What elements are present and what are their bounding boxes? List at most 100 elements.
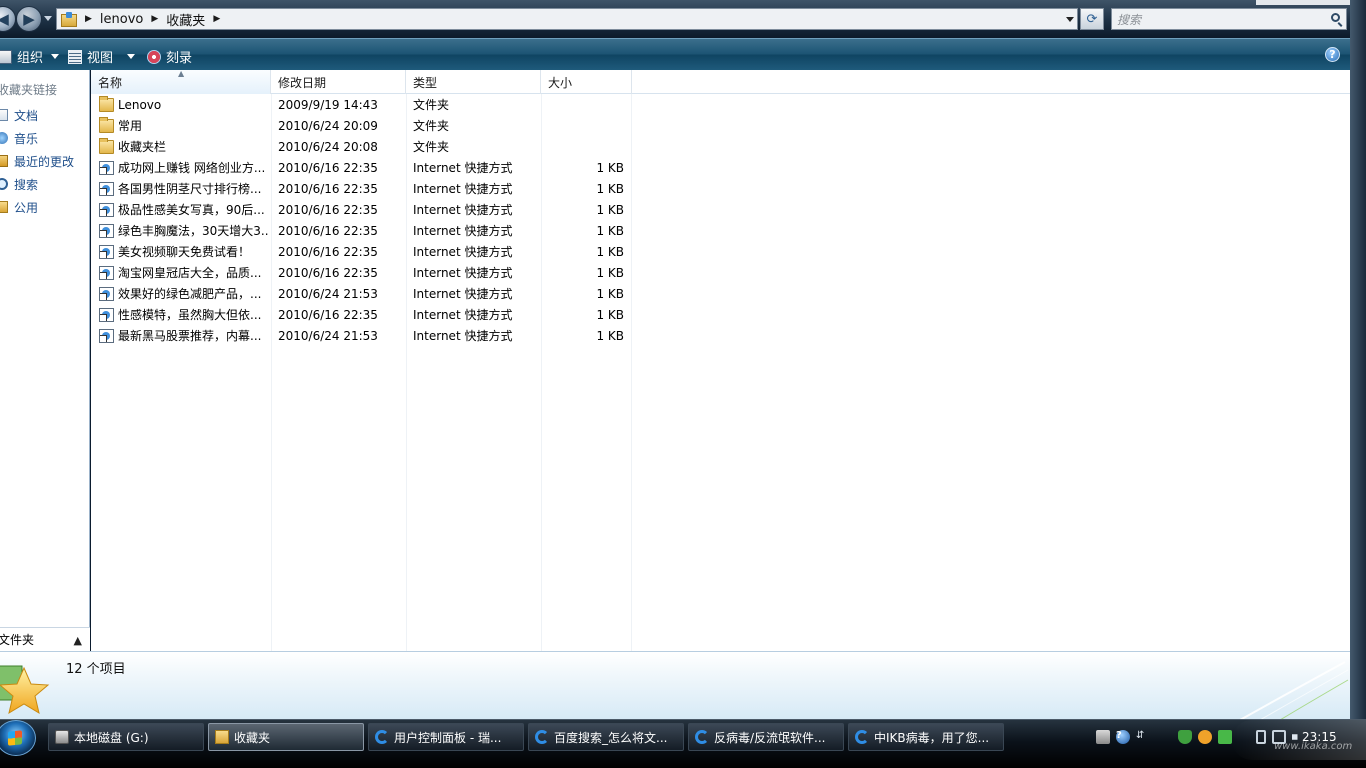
file-name-cell[interactable]: 绿色丰胸魔法，30天增大3... — [99, 220, 269, 241]
file-row[interactable]: 成功网上赚钱 网络创业方... 2010/6/16 22:35 Internet 快… — [91, 157, 632, 178]
taskbar-button[interactable]: 收藏夹 — [208, 723, 364, 751]
file-row[interactable]: 各国男性阴茎尺寸排行榜... 2010/6/16 22:35 Internet 快捷… — [91, 178, 632, 199]
file-name-cell[interactable]: Lenovo — [99, 94, 269, 115]
organize-label: 组织 — [17, 51, 44, 66]
file-type: Internet 快捷方式 — [413, 245, 513, 259]
file-name: 美女视频聊天免费试看！ — [118, 245, 251, 259]
file-name-cell[interactable]: 极品性感美女写真，90后... — [99, 199, 269, 220]
file-name-cell[interactable]: 成功网上赚钱 网络创业方... — [99, 157, 269, 178]
help-icon[interactable]: ? — [1116, 730, 1130, 744]
firewall-icon[interactable] — [1218, 730, 1232, 744]
search-input[interactable]: 搜索 — [1111, 8, 1347, 30]
recent-pages-dropdown[interactable] — [44, 16, 52, 21]
keyboard-icon[interactable] — [1096, 730, 1110, 744]
taskbar-button[interactable]: 本地磁盘 (G:) — [48, 723, 204, 751]
refresh-icon: ⟳ — [1086, 11, 1098, 27]
views-button[interactable]: 视图 — [68, 47, 136, 66]
file-date: 2010/6/24 20:09 — [278, 118, 378, 133]
file-type: 文件夹 — [413, 119, 450, 133]
file-type: 文件夹 — [413, 140, 450, 154]
breadcrumb-chevron-icon[interactable]: ▶ — [213, 14, 220, 24]
help-button[interactable]: ? — [1325, 47, 1340, 62]
sort-ascending-icon: ▲ — [178, 69, 185, 78]
refresh-button[interactable]: ⟳ — [1080, 8, 1104, 30]
taskbar-button-label: 百度搜索_怎么将文... — [554, 730, 668, 745]
file-name: Lenovo — [118, 97, 162, 112]
file-row[interactable]: 常用 2010/6/24 20:09 文件夹 — [91, 115, 632, 136]
breadcrumb-favorites[interactable]: 收藏夹 — [166, 10, 205, 29]
file-row[interactable]: Lenovo 2009/9/19 14:43 文件夹 — [91, 94, 632, 115]
column-header-date[interactable]: 修改日期 — [271, 70, 406, 94]
start-button[interactable] — [0, 720, 36, 756]
nav-link-public[interactable]: 公用 — [0, 198, 38, 216]
file-name: 淘宝网皇冠店大全，品质... — [118, 266, 262, 280]
breadcrumb-lenovo[interactable]: lenovo — [100, 12, 143, 27]
column-header-size[interactable]: 大小 — [541, 70, 632, 94]
security-shield-icon[interactable] — [1178, 730, 1192, 744]
file-name-cell[interactable]: 各国男性阴茎尺寸排行榜... — [99, 178, 269, 199]
search-icon[interactable] — [1331, 13, 1340, 22]
public-folder-icon — [0, 201, 8, 213]
nav-link-music[interactable]: 音乐 — [0, 129, 38, 147]
nav-link-label: 音乐 — [14, 131, 39, 146]
file-row[interactable]: 美女视频聊天免费试看！ 2010/6/16 22:35 Internet 快捷方式 1… — [91, 241, 632, 262]
taskbar-button[interactable]: 用户控制面板 - 瑞... — [368, 723, 524, 751]
file-row[interactable]: 效果好的绿色减肥产品，... 2010/6/24 21:53 Internet 快捷… — [91, 283, 632, 304]
window-edge — [1256, 0, 1350, 5]
folders-toggle[interactable]: 文件夹 ▲ — [0, 627, 90, 651]
file-name-cell[interactable]: 性感模特，虽然胸大但依... — [99, 304, 269, 325]
tray-expand-icon[interactable]: ⇵ — [1136, 730, 1150, 744]
folders-label: 文件夹 — [0, 633, 35, 647]
back-button[interactable]: ◀ — [0, 6, 16, 32]
file-type: Internet 快捷方式 — [413, 287, 513, 301]
taskbar-button[interactable]: 反病毒/反流氓软件... — [688, 723, 844, 751]
breadcrumb-chevron-icon[interactable]: ▶ — [85, 14, 92, 24]
chevron-down-icon — [127, 54, 136, 59]
column-header-name[interactable]: 名称 ▲ — [91, 70, 271, 94]
file-name-cell[interactable]: 常用 — [99, 115, 269, 136]
file-name: 绿色丰胸魔法，30天增大3... — [118, 224, 269, 238]
taskbar-button[interactable]: 中IKB病毒，用了您... — [848, 723, 1004, 751]
address-bar-area: ◀ ▶ ▶ lenovo ▶ 收藏夹 ▶ ⟳ 搜索 — [0, 0, 1366, 38]
file-name-cell[interactable]: 美女视频聊天免费试看！ — [99, 241, 269, 262]
file-date: 2010/6/16 22:35 — [278, 244, 378, 259]
ie-icon — [535, 730, 549, 744]
nav-link-recent-changes[interactable]: 最近的更改 — [0, 152, 74, 170]
file-row[interactable]: 收藏夹栏 2010/6/24 20:08 文件夹 — [91, 136, 632, 157]
nav-link-label: 文档 — [14, 108, 39, 123]
file-row[interactable]: 性感模特，虽然胸大但依... 2010/6/16 22:35 Internet 快捷… — [91, 304, 632, 325]
file-size: 1 KB — [596, 328, 624, 343]
burn-button[interactable]: 刻录 — [147, 47, 192, 66]
chevron-down-icon — [51, 54, 60, 59]
internet-shortcut-icon — [99, 244, 114, 259]
antivirus-icon[interactable] — [1198, 730, 1212, 744]
file-name-cell[interactable]: 收藏夹栏 — [99, 136, 269, 157]
column-header-label: 名称 — [98, 75, 123, 90]
nav-link-search[interactable]: 搜索 — [0, 175, 38, 193]
favorites-folder-icon — [61, 12, 77, 27]
taskbar-button[interactable]: 百度搜索_怎么将文... — [528, 723, 684, 751]
file-name: 各国男性阴茎尺寸排行榜... — [118, 182, 262, 196]
file-name-cell[interactable]: 最新黑马股票推荐，内幕... — [99, 325, 269, 346]
decorative-swoosh — [1239, 661, 1349, 719]
file-type: Internet 快捷方式 — [413, 161, 513, 175]
column-headers: 名称 ▲ 修改日期 类型 大小 — [91, 70, 1350, 94]
file-name-cell[interactable]: 淘宝网皇冠店大全，品质... — [99, 262, 269, 283]
breadcrumb-chevron-icon[interactable]: ▶ — [151, 14, 158, 24]
file-row[interactable]: 绿色丰胸魔法，30天增大3... 2010/6/16 22:35 Internet … — [91, 220, 632, 241]
file-row[interactable]: 极品性感美女写真，90后... 2010/6/16 22:35 Internet 快… — [91, 199, 632, 220]
file-name-cell[interactable]: 效果好的绿色减肥产品，... — [99, 283, 269, 304]
file-date: 2010/6/16 22:35 — [278, 160, 378, 175]
nav-link-documents[interactable]: 文档 — [0, 106, 38, 124]
address-input[interactable]: ▶ lenovo ▶ 收藏夹 ▶ — [56, 8, 1078, 30]
network-icon[interactable] — [1256, 730, 1266, 744]
organize-button[interactable]: 组织 — [0, 47, 60, 66]
forward-button[interactable]: ▶ — [16, 6, 42, 32]
file-row[interactable]: 淘宝网皇冠店大全，品质... 2010/6/16 22:35 Internet 快捷… — [91, 262, 632, 283]
file-row[interactable]: 最新黑马股票推荐，内幕... 2010/6/24 21:53 Internet 快捷… — [91, 325, 632, 346]
column-header-type[interactable]: 类型 — [406, 70, 541, 94]
address-dropdown-icon[interactable] — [1066, 17, 1074, 22]
file-date: 2010/6/16 22:35 — [278, 181, 378, 196]
file-size — [541, 94, 624, 115]
views-label: 视图 — [87, 51, 114, 66]
